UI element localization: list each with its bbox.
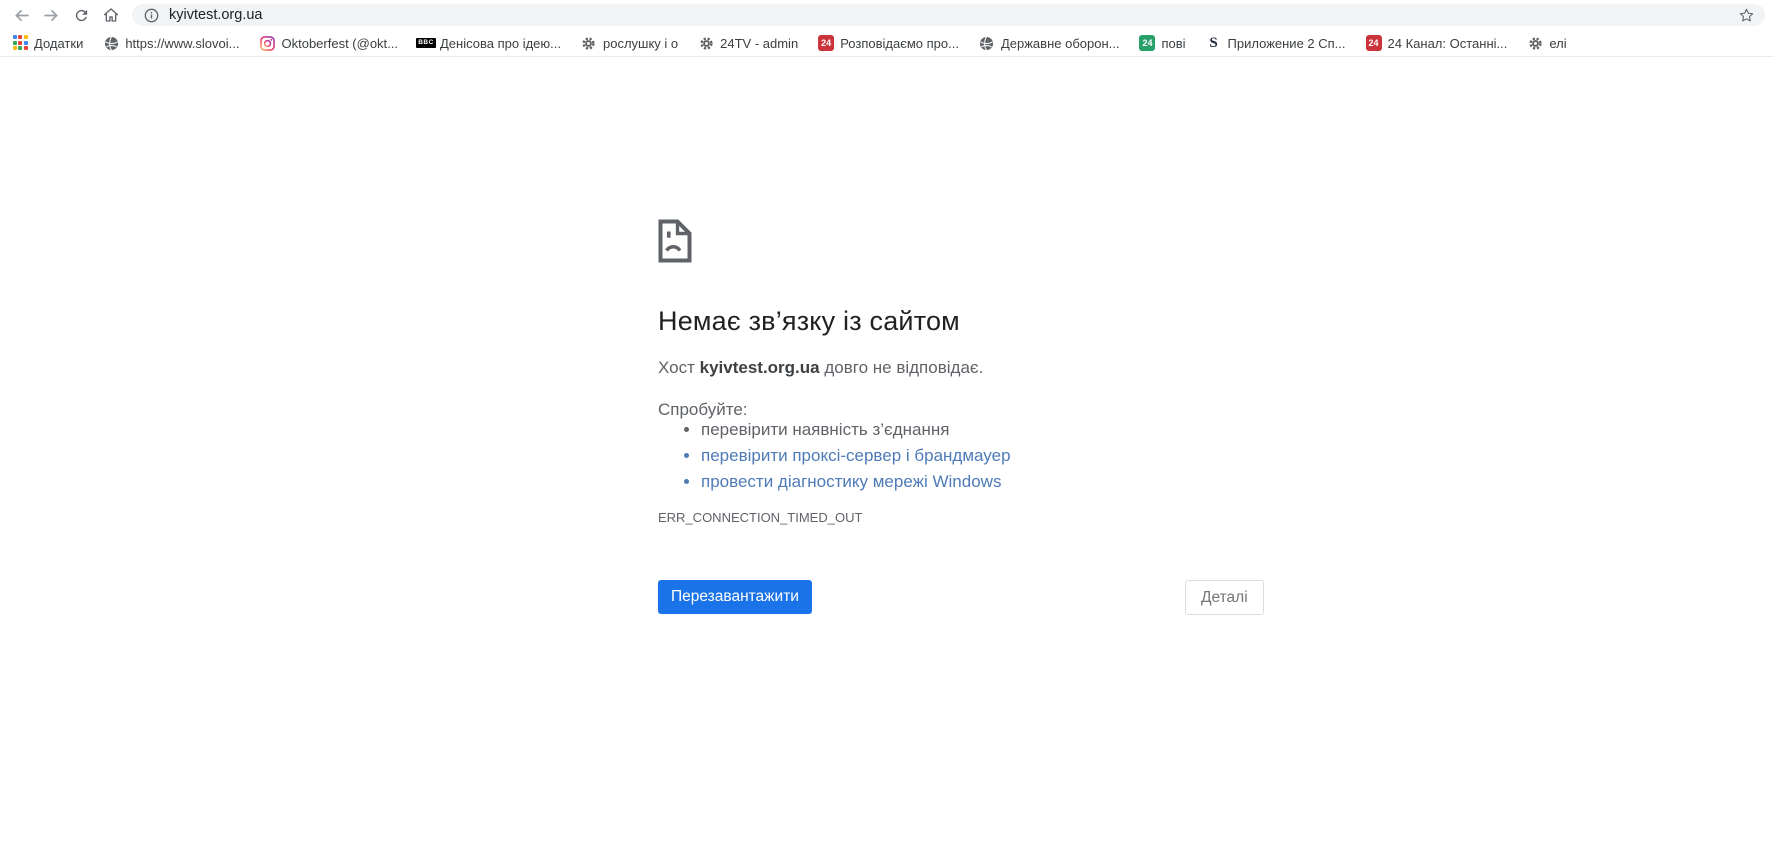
reload-page-button[interactable]: Перезавантажити [658, 580, 812, 614]
bookmark-label: елі [1549, 35, 1567, 51]
bookmark-derzhavne[interactable]: Державне оборон... [975, 33, 1124, 53]
instagram-icon [259, 35, 275, 51]
forward-button[interactable] [36, 2, 66, 28]
badge-24-red-icon: 24 [1365, 35, 1382, 51]
forward-arrow-icon [43, 9, 58, 21]
error-code: ERR_CONNECTION_TIMED_OUT [658, 510, 863, 525]
bookmark-eli[interactable]: елі [1523, 33, 1570, 53]
bookmark-label: 24 Канал: Останні... [1387, 35, 1508, 51]
bookmarks-bar: Додатки https://www.slovoi... Oktoberfes… [0, 30, 1773, 57]
reload-icon [75, 9, 87, 21]
bookmark-prilozhenie[interactable]: S Приложение 2 Сп... [1202, 33, 1350, 53]
bookmark-label: Приложение 2 Сп... [1227, 35, 1346, 51]
bookmark-denisova[interactable]: BBC Денісова про ідею... [414, 33, 565, 53]
suggestions-list: перевірити наявність з’єднання перевірит… [661, 416, 1011, 494]
bookmark-label: рослушку і о [602, 35, 679, 51]
bookmark-label: Додатки [34, 35, 84, 51]
bookmark-label: пові [1161, 35, 1186, 51]
suggestion-proxy-firewall-link[interactable]: перевірити проксі-сервер і брандмауер [701, 444, 1011, 468]
bookmark-label: 24TV - admin [720, 35, 799, 51]
globe-icon [103, 35, 119, 51]
letter-s-icon: S [1209, 34, 1218, 51]
bbc-icon: BBC [416, 35, 436, 51]
details-button[interactable]: Деталі [1185, 580, 1264, 615]
bookmark-label: Державне оборон... [1000, 35, 1120, 51]
bookmark-slovoidilo[interactable]: https://www.slovoi... [99, 33, 243, 53]
suggestion-check-connection: перевірити наявність з’єднання [701, 418, 1011, 442]
globe-icon [979, 35, 995, 51]
gear-icon [698, 35, 714, 51]
bookmark-label: Розповідаємо про... [840, 35, 959, 51]
bookmark-24tv-admin[interactable]: 24TV - admin [694, 33, 802, 53]
page-info-icon[interactable] [144, 8, 159, 23]
error-subtitle: Хост kyivtest.org.ua довго не відповідає… [658, 358, 983, 378]
badge-24-green-icon: 24 [1139, 35, 1156, 51]
back-arrow-icon [14, 9, 29, 21]
url-text[interactable]: kyivtest.org.ua [169, 7, 954, 23]
host-name: kyivtest.org.ua [699, 358, 820, 377]
bookmark-label: https://www.slovoi... [125, 35, 240, 51]
bookmark-24kanal[interactable]: 24 24 Канал: Останні... [1362, 33, 1512, 53]
bookmark-oktoberfest[interactable]: Oktoberfest (@okt... [255, 33, 402, 53]
apps-grid-icon [12, 35, 28, 51]
browser-toolbar: kyivtest.org.ua [0, 0, 1773, 30]
bookmark-rozpovidaemo[interactable]: 24 Розповідаємо про... [814, 33, 963, 53]
error-title: Немає зв’язку із сайтом [658, 306, 960, 336]
sad-page-icon [658, 219, 692, 268]
home-icon [103, 8, 119, 22]
bookmark-star-icon[interactable] [1738, 7, 1755, 24]
badge-24-red-icon: 24 [818, 35, 835, 51]
home-button[interactable] [96, 2, 126, 28]
bookmark-povi[interactable]: 24 пові [1135, 33, 1189, 53]
bookmark-label: Oktoberfest (@okt... [281, 35, 398, 51]
suggestion-windows-diagnostics-link[interactable]: провести діагностику мережі Windows [701, 470, 1011, 494]
bookmark-apps[interactable]: Додатки [8, 33, 87, 53]
address-bar[interactable]: kyivtest.org.ua [132, 4, 1765, 26]
host-prefix: Хост [658, 358, 700, 377]
reload-button[interactable] [66, 2, 96, 28]
host-suffix: довго не відповідає. [819, 358, 984, 377]
back-button[interactable] [6, 2, 36, 28]
gear-icon [581, 35, 597, 51]
browser-window: kyivtest.org.ua Додатки https://www.slov… [0, 0, 1773, 863]
bookmark-label: Денісова про ідею... [440, 35, 561, 51]
gear-icon [1527, 35, 1543, 51]
bookmark-roslushku[interactable]: рослушку і о [577, 33, 682, 53]
